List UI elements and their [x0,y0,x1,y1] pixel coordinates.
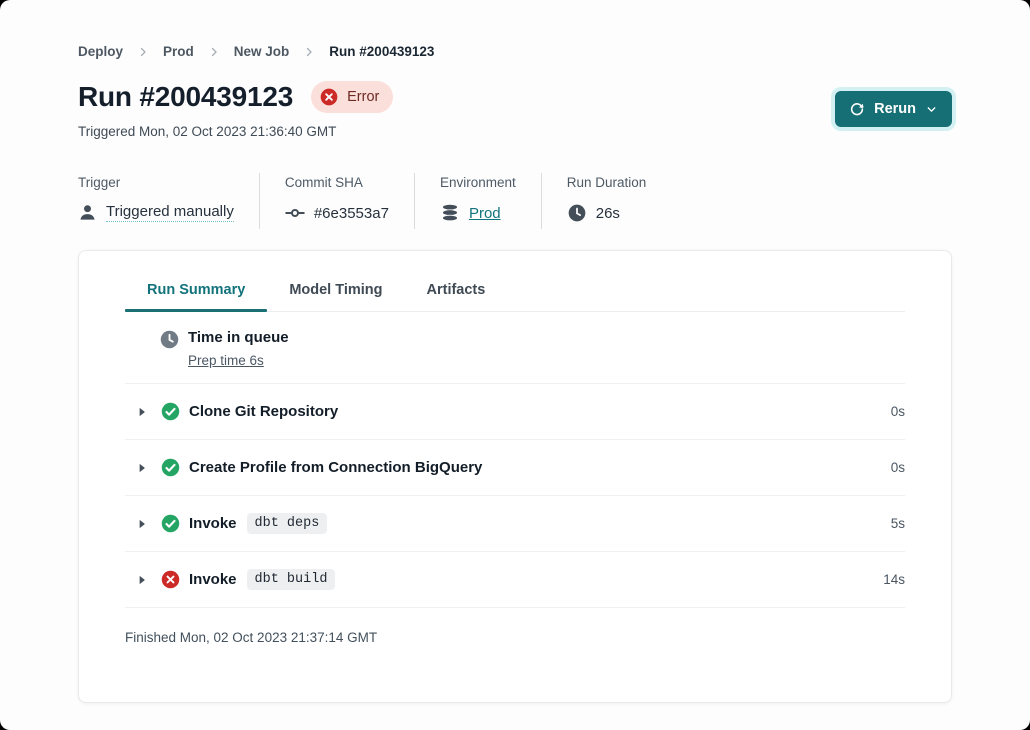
tab-run-summary[interactable]: Run Summary [125,282,267,311]
success-check-icon [160,401,181,422]
error-circle-icon [160,569,181,590]
expand-caret-icon[interactable] [135,573,149,587]
refresh-icon [849,101,865,117]
error-circle-icon [319,87,339,107]
chevron-right-icon [303,46,315,58]
command-chip: dbt build [247,569,336,590]
chevron-right-icon [208,46,220,58]
time-in-queue-row: Time in queue Prep time 6s [125,312,905,384]
step-duration: 0s [891,404,905,419]
breadcrumb: Deploy Prod New Job Run #200439123 [78,44,952,59]
step-title: Invoke [189,515,237,532]
clock-icon [159,329,180,350]
step-duration: 0s [891,460,905,475]
meta-environment: Environment Prod [414,173,541,229]
meta-duration-label: Run Duration [567,175,647,190]
breadcrumb-deploy[interactable]: Deploy [78,44,123,59]
queue-row-title: Time in queue [188,329,289,346]
step-duration: 5s [891,516,905,531]
command-chip: dbt deps [247,513,328,534]
meta-duration-value: 26s [596,205,620,222]
prep-time-link[interactable]: Prep time 6s [188,353,264,368]
step-row-clone-git[interactable]: Clone Git Repository 0s [125,384,905,440]
rerun-button[interactable]: Rerun [835,91,952,127]
meta-trigger-label: Trigger [78,175,234,190]
meta-commit-value: #6e3553a7 [314,205,389,222]
meta-trigger-value[interactable]: Triggered manually [106,203,234,222]
tab-model-timing[interactable]: Model Timing [267,282,404,311]
step-row-dbt-deps[interactable]: Invoke dbt deps 5s [125,496,905,552]
step-title: Create Profile from Connection BigQuery [189,459,482,476]
triggered-timestamp: Triggered Mon, 02 Oct 2023 21:36:40 GMT [78,124,952,139]
expand-caret-icon[interactable] [135,517,149,531]
meta-run-duration: Run Duration 26s [541,173,672,229]
step-title: Invoke [189,571,237,588]
run-summary-card: Run Summary Model Timing Artifacts Time … [78,250,952,703]
rerun-button-label: Rerun [874,101,916,117]
step-duration: 14s [883,572,905,587]
status-badge-label: Error [347,89,379,105]
user-icon [78,203,97,222]
run-meta-row: Trigger Triggered manually Commit SHA #6… [78,173,952,229]
finished-timestamp: Finished Mon, 02 Oct 2023 21:37:14 GMT [125,608,905,667]
meta-commit-sha: Commit SHA #6e3553a7 [259,173,414,229]
chevron-right-icon [137,46,149,58]
database-icon [440,203,460,223]
git-commit-icon [285,203,305,223]
tab-bar: Run Summary Model Timing Artifacts [125,282,905,312]
meta-commit-label: Commit SHA [285,175,389,190]
title-row: Run #200439123 Error [78,81,952,113]
step-title: Clone Git Repository [189,403,338,420]
page-title: Run #200439123 [78,81,293,113]
success-check-icon [160,513,181,534]
step-row-create-profile[interactable]: Create Profile from Connection BigQuery … [125,440,905,496]
tab-artifacts[interactable]: Artifacts [405,282,508,311]
run-detail-page: Deploy Prod New Job Run #200439123 Run #… [0,0,1030,730]
meta-trigger: Trigger Triggered manually [78,173,259,229]
meta-environment-label: Environment [440,175,516,190]
status-badge-error: Error [311,81,393,113]
meta-environment-link[interactable]: Prod [469,205,501,222]
expand-caret-icon[interactable] [135,405,149,419]
chevron-down-icon [925,103,938,116]
breadcrumb-prod[interactable]: Prod [163,44,194,59]
breadcrumb-new-job[interactable]: New Job [234,44,290,59]
breadcrumb-current-run: Run #200439123 [329,44,434,59]
success-check-icon [160,457,181,478]
clock-icon [567,203,587,223]
step-row-dbt-build[interactable]: Invoke dbt build 14s [125,552,905,608]
expand-caret-icon[interactable] [135,461,149,475]
